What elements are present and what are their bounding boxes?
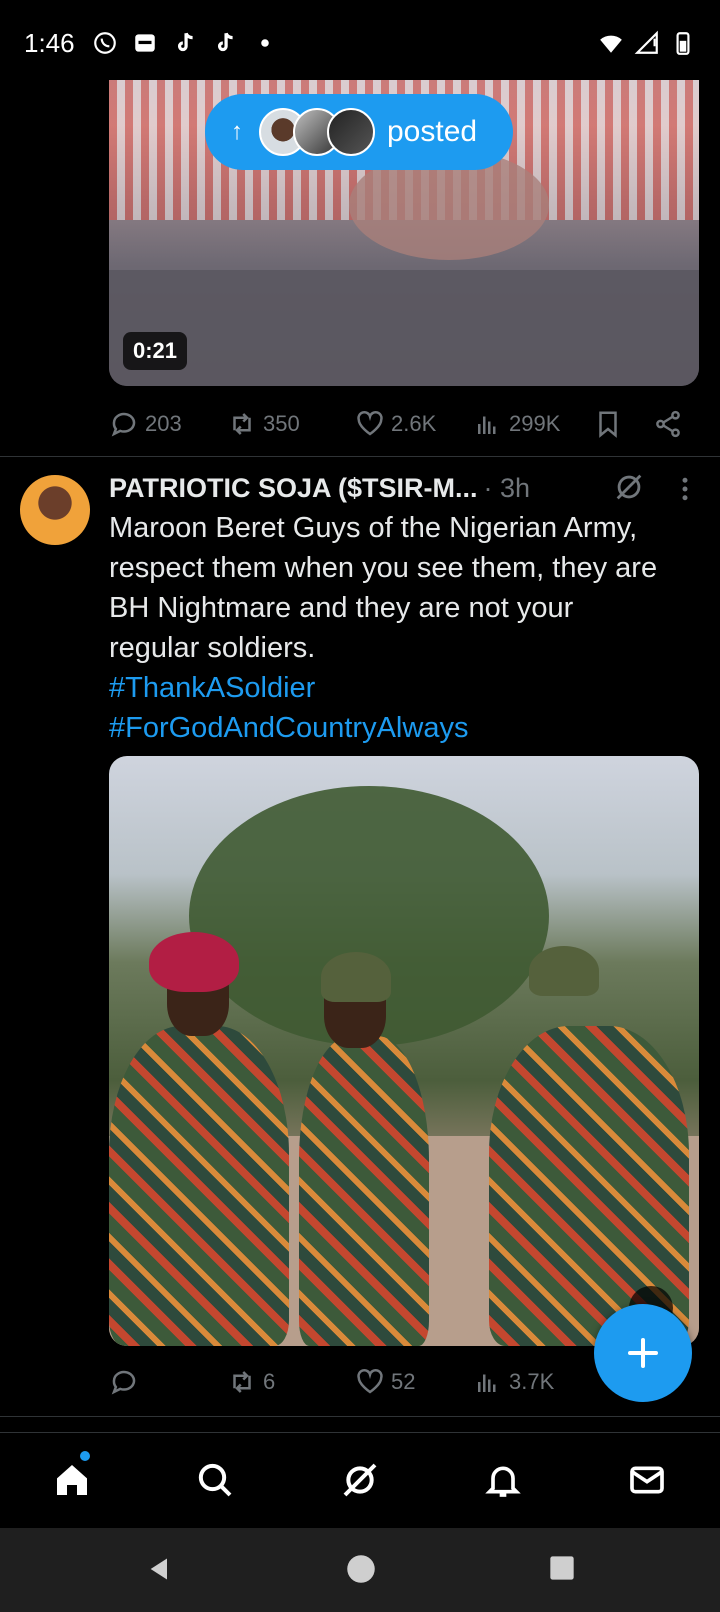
posted-avatars bbox=[259, 108, 375, 156]
repost-icon bbox=[233, 1371, 251, 1393]
system-navigation bbox=[0, 1528, 720, 1612]
views-icon bbox=[478, 416, 496, 434]
reply-icon bbox=[111, 412, 136, 437]
avatar bbox=[327, 108, 375, 156]
grok-icon bbox=[343, 1463, 377, 1497]
bookmark-button[interactable] bbox=[593, 409, 623, 439]
whatsapp-icon bbox=[94, 32, 116, 54]
reply-icon bbox=[111, 1370, 136, 1395]
bottom-navigation bbox=[0, 1432, 720, 1528]
tweet-text-line: respect them when you see them, they are bbox=[109, 552, 658, 584]
author-name[interactable]: PATRIOTIC SOJA ($TSIR-M... bbox=[109, 473, 478, 504]
grok-icon[interactable] bbox=[612, 470, 646, 504]
tiktok-icon bbox=[217, 32, 233, 52]
author-avatar[interactable] bbox=[20, 475, 90, 545]
arrow-up-icon: ↑ bbox=[231, 118, 243, 145]
home-icon bbox=[57, 1465, 87, 1495]
recents-icon[interactable] bbox=[548, 1554, 576, 1582]
hashtag-link[interactable]: #ThankASoldier bbox=[109, 668, 709, 708]
heart-icon bbox=[357, 410, 383, 436]
video-frame-table bbox=[109, 270, 699, 386]
status-time: 1:46 bbox=[24, 28, 75, 58]
video-frame-helmet bbox=[529, 946, 599, 996]
video-duration: 0:21 bbox=[123, 332, 188, 370]
home-button-icon[interactable] bbox=[346, 1554, 376, 1584]
reply-button[interactable]: 203 bbox=[109, 409, 182, 439]
video-frame-soldier bbox=[299, 1036, 429, 1346]
video-frame-soldier bbox=[109, 1026, 289, 1346]
like-count: 2.6K bbox=[391, 411, 437, 436]
like-button[interactable]: 2.6K bbox=[355, 409, 436, 439]
more-options-icon[interactable] bbox=[675, 474, 695, 504]
repost-count: 6 bbox=[263, 1369, 276, 1394]
gallery-icon bbox=[135, 34, 155, 52]
nav-search[interactable] bbox=[190, 1455, 240, 1505]
share-button[interactable] bbox=[653, 409, 683, 439]
nav-home[interactable] bbox=[47, 1455, 97, 1505]
post-time: · 3h bbox=[483, 472, 531, 503]
tweet-divider bbox=[0, 456, 720, 457]
tiktok-icon bbox=[177, 32, 193, 52]
repost-icon bbox=[233, 413, 251, 435]
views-icon bbox=[478, 1374, 496, 1392]
compose-post-button[interactable] bbox=[594, 1304, 692, 1402]
dot-icon bbox=[261, 39, 269, 47]
tweet-text-line: regular soldiers. bbox=[109, 632, 316, 664]
nav-messages[interactable] bbox=[622, 1455, 672, 1505]
notification-icons bbox=[92, 30, 278, 56]
status-bar: 1:46 bbox=[0, 0, 720, 80]
home-unread-dot bbox=[80, 1451, 90, 1461]
video-frame-beret bbox=[149, 932, 239, 992]
tweet-divider bbox=[0, 1416, 720, 1417]
tweet2-text: Maroon Beret Guys of the Nigerian Army, … bbox=[109, 508, 709, 748]
reply-count: 203 bbox=[145, 411, 182, 436]
tweet-text-line: BH Nightmare and they are not your bbox=[109, 592, 574, 624]
signal-icon bbox=[634, 30, 658, 54]
back-icon[interactable] bbox=[146, 1554, 174, 1584]
repost-button[interactable]: 6 bbox=[227, 1367, 275, 1397]
tweet1-actions: 203 350 2.6K 299K bbox=[109, 404, 699, 444]
search-icon bbox=[198, 1463, 232, 1497]
repost-count: 350 bbox=[263, 411, 300, 436]
wifi-icon bbox=[600, 35, 622, 53]
tweet-text-line: Maroon Beret Guys of the Nigerian Army, bbox=[109, 512, 638, 544]
notifications-icon bbox=[485, 1466, 521, 1497]
bookmark-icon bbox=[599, 411, 617, 438]
video-frame-helmet bbox=[321, 952, 391, 1002]
repost-button[interactable]: 350 bbox=[227, 409, 300, 439]
nav-notifications[interactable] bbox=[478, 1455, 528, 1505]
battery-icon bbox=[676, 32, 690, 55]
views-count: 299K bbox=[509, 411, 561, 436]
tweet2-video[interactable] bbox=[109, 756, 699, 1346]
views-button[interactable]: 299K bbox=[473, 409, 560, 439]
share-icon bbox=[656, 410, 680, 438]
system-icons bbox=[598, 30, 696, 56]
hashtag-link[interactable]: #ForGodAndCountryAlways bbox=[109, 708, 709, 748]
reply-button[interactable] bbox=[109, 1367, 145, 1397]
nav-grok[interactable] bbox=[335, 1455, 385, 1505]
posted-label: posted bbox=[387, 115, 478, 148]
like-count: 52 bbox=[391, 1369, 416, 1394]
views-count: 3.7K bbox=[509, 1369, 555, 1394]
heart-icon bbox=[357, 1368, 383, 1394]
like-button[interactable]: 52 bbox=[355, 1367, 415, 1397]
plus-icon bbox=[628, 1338, 658, 1368]
new-posts-pill[interactable]: ↑ posted bbox=[205, 94, 513, 170]
views-button[interactable]: 3.7K bbox=[473, 1367, 554, 1397]
messages-icon bbox=[630, 1466, 664, 1494]
